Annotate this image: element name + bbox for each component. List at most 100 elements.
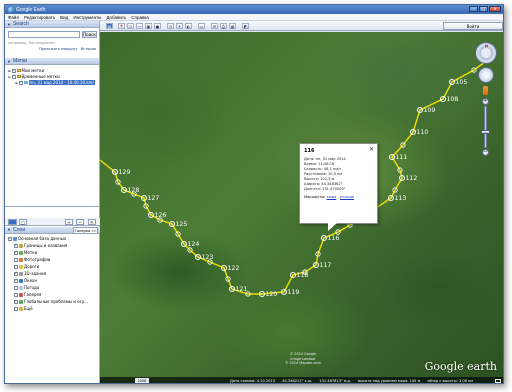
zoom-track[interactable] — [484, 106, 487, 148]
minimize-button[interactable]: – — [469, 6, 478, 12]
tree-item-temporary-places[interactable]: ⊟ Временные метки — [8, 73, 60, 79]
track-point[interactable]: 122 — [220, 264, 239, 272]
directions-from-link[interactable]: отсюда — [340, 195, 354, 199]
maximize-button[interactable]: □ — [479, 6, 488, 12]
directions-link[interactable]: Проложить маршрут — [39, 47, 78, 51]
layer-checkbox[interactable] — [14, 270, 18, 276]
track-point[interactable]: 113 — [387, 194, 406, 202]
layer-checkbox[interactable] — [8, 235, 12, 241]
track-point-icon[interactable] — [416, 106, 424, 114]
track-point-icon[interactable] — [220, 264, 228, 272]
layer-item[interactable]: Метки — [14, 249, 37, 255]
sidebar-toggle-icon[interactable]: ▤ — [106, 23, 113, 29]
track-point-icon[interactable] — [194, 253, 202, 261]
track-point[interactable]: 120 — [258, 290, 277, 298]
layer-checkbox[interactable] — [14, 257, 18, 262]
north-indicator-icon[interactable]: N — [485, 44, 488, 48]
track-point[interactable]: 126 — [147, 211, 166, 219]
track-point[interactable]: 118 — [289, 271, 308, 279]
print-icon[interactable]: ⎙ — [220, 23, 227, 29]
layer-item[interactable]: Погода — [14, 285, 39, 290]
menu-view[interactable]: Вид — [60, 15, 68, 20]
google-maps-icon[interactable]: ◩ — [242, 23, 249, 29]
track-line[interactable] — [100, 53, 497, 295]
expand-icon[interactable]: ⊞ — [15, 81, 18, 85]
checkbox[interactable] — [11, 73, 16, 79]
menu-edit[interactable]: Редактировать — [24, 15, 55, 20]
path-icon[interactable]: 〰 — [136, 23, 143, 29]
close-button[interactable]: ✕ — [489, 6, 501, 12]
layer-checkbox[interactable] — [14, 306, 18, 311]
layer-checkbox[interactable] — [14, 242, 18, 248]
layer-checkbox[interactable] — [14, 264, 18, 269]
track-point-icon[interactable] — [388, 153, 396, 161]
gallery-button[interactable]: Галерея >> — [72, 226, 98, 234]
track-point-icon[interactable] — [228, 285, 236, 293]
layer-checkbox[interactable] — [14, 277, 18, 283]
layer-item[interactable]: Фотографии — [14, 257, 50, 262]
ruler-icon[interactable]: ▭ — [198, 23, 205, 29]
layer-item[interactable]: 3D-здания — [14, 270, 46, 276]
map-view-icon[interactable] — [8, 219, 17, 225]
track-point[interactable]: 109 — [416, 106, 435, 114]
look-control[interactable]: N — [475, 42, 497, 64]
zoom-slider[interactable]: + − — [481, 98, 490, 156]
remove-button[interactable]: − — [76, 219, 84, 225]
track-point[interactable]: 129 — [111, 168, 130, 176]
track-point[interactable]: 105 — [448, 78, 467, 86]
historical-imagery-year[interactable]: 2008 — [135, 378, 149, 383]
close-balloon-button[interactable]: ✕ — [369, 146, 374, 153]
track-point-icon[interactable] — [312, 261, 320, 269]
layer-checkbox[interactable] — [14, 285, 18, 290]
track-point-icon[interactable] — [448, 78, 456, 86]
sign-in-button[interactable]: Войти — [443, 22, 503, 30]
zoom-thumb[interactable] — [481, 130, 490, 134]
checkbox[interactable] — [18, 79, 23, 85]
layer-item[interactable]: Границы и названия — [14, 242, 67, 248]
track-point[interactable]: 123 — [194, 253, 213, 261]
record-tour-icon[interactable]: ● — [154, 23, 161, 29]
placemark-icon[interactable]: 📍 — [118, 23, 125, 29]
track-point-icon[interactable] — [409, 128, 417, 136]
track-point-icon[interactable] — [320, 234, 328, 242]
layer-item[interactable]: Основная база данных — [8, 235, 66, 241]
zoom-out-button[interactable]: − — [482, 149, 489, 156]
earth-map-view[interactable]: 105 108 109 110 111 112 113 116 117 118 119 120 121 1… — [100, 32, 503, 383]
sunlight-icon[interactable]: ☀ — [176, 23, 183, 29]
track-point-icon[interactable] — [111, 168, 119, 176]
layer-checkbox[interactable] — [14, 249, 18, 255]
add-button[interactable]: + — [65, 219, 73, 225]
email-icon[interactable]: ✉ — [211, 23, 218, 29]
track-point-icon[interactable] — [439, 95, 447, 103]
track-point-icon[interactable] — [168, 220, 176, 228]
history-link[interactable]: История — [81, 47, 96, 51]
zoom-in-button[interactable]: + — [482, 98, 489, 105]
track-point[interactable]: 125 — [168, 220, 187, 228]
street-view-pegman-icon[interactable] — [483, 86, 488, 95]
track-point[interactable]: 119 — [280, 288, 299, 296]
polygon-icon[interactable]: ⬠ — [127, 23, 134, 29]
track-point[interactable]: 124 — [180, 240, 199, 248]
expand-icon[interactable]: ⊞ — [8, 69, 11, 73]
fly-to-icon[interactable]: ⇱ — [88, 219, 96, 225]
track-point-icon[interactable] — [387, 194, 395, 202]
track-point-icon[interactable] — [120, 186, 128, 194]
list-view-icon[interactable]: ▢ — [19, 219, 27, 225]
track-point[interactable]: 110 — [409, 128, 428, 136]
layer-checkbox[interactable] — [14, 299, 18, 304]
layer-item[interactable]: Галерея — [14, 292, 41, 297]
track-point[interactable]: 117 — [312, 261, 331, 269]
layers-panel-header[interactable]: ▼ Слои Галерея >> — [5, 226, 100, 234]
search-button[interactable]: Поиск — [82, 31, 97, 38]
layer-item[interactable]: Глобальные проблемы и осу... — [14, 299, 88, 304]
places-panel-header[interactable]: ▼ Метки — [5, 58, 99, 65]
historical-imagery-icon[interactable]: ◷ — [167, 23, 174, 29]
track-point-icon[interactable] — [258, 290, 266, 298]
checkbox[interactable] — [11, 67, 16, 73]
menu-file[interactable]: Файл — [8, 15, 19, 20]
save-image-icon[interactable]: ▦ — [229, 23, 236, 29]
tree-item-kml-track[interactable]: ⊞ пн, 31 мар 2014 - 10:46:30.kml — [15, 79, 95, 85]
planets-icon[interactable]: ◐ — [185, 23, 192, 29]
track-point-icon[interactable] — [289, 271, 297, 279]
directions-to-link[interactable]: сюда — [327, 195, 337, 199]
